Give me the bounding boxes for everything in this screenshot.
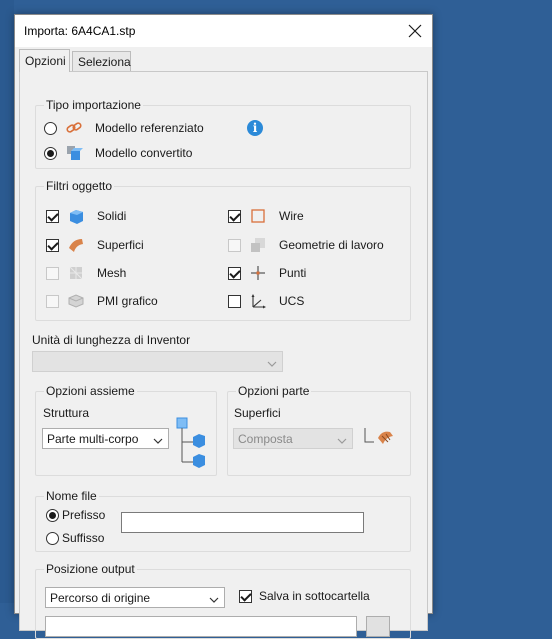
- group-title: Opzioni assieme: [44, 384, 137, 398]
- checkbox-label: Punti: [279, 266, 307, 280]
- checkbox[interactable]: [228, 238, 241, 252]
- checkbox-label: Geometrie di lavoro: [279, 238, 384, 252]
- checkbox-label: Mesh: [97, 266, 127, 280]
- group-opzioni-parte: Opzioni parte Superfici Composta: [227, 384, 411, 476]
- assembly-structure-icon: [174, 416, 208, 471]
- ucs-icon: [249, 292, 267, 310]
- radio-label: Prefisso: [62, 508, 106, 522]
- group-opzioni-assieme: Opzioni assieme Struttura Parte multi-co…: [35, 384, 217, 476]
- chevron-down-icon: [337, 434, 347, 448]
- pmi-icon: [67, 292, 85, 310]
- output-path-input[interactable]: [45, 616, 357, 637]
- superfici-label: Superfici: [234, 406, 281, 420]
- import-dialog: Importa: 6A4CA1.stp Opzioni Seleziona Ti…: [14, 14, 433, 639]
- radio-button[interactable]: [46, 531, 59, 545]
- chevron-down-icon: [209, 593, 219, 607]
- point-icon: [249, 264, 267, 282]
- close-button[interactable]: [398, 15, 432, 47]
- link-icon: [65, 119, 83, 137]
- browse-button[interactable]: [366, 616, 390, 637]
- wire-icon: [249, 207, 267, 225]
- filename-input[interactable]: [121, 512, 364, 533]
- chevron-down-icon: [153, 434, 163, 448]
- checkbox-geometrie-di-lavoro[interactable]: Geometrie di lavoro: [228, 236, 384, 254]
- radio-button[interactable]: [44, 121, 57, 135]
- tab-opzioni[interactable]: Opzioni: [19, 49, 70, 72]
- checkbox[interactable]: [46, 266, 59, 280]
- checkbox-salva-sottocartella[interactable]: Salva in sottocartella: [239, 587, 370, 605]
- group-posizione-output: Posizione output Percorso di origine Sal…: [35, 562, 411, 639]
- checkbox-label: Superfici: [97, 238, 144, 252]
- options-panel: Tipo importazione Modello referenziato M…: [19, 71, 428, 639]
- struttura-label: Struttura: [43, 406, 90, 420]
- desktop-background: [0, 0, 14, 603]
- output-path-combobox[interactable]: Percorso di origine: [45, 587, 225, 608]
- checkbox[interactable]: [228, 209, 241, 223]
- checkbox-label: Wire: [279, 209, 304, 223]
- radio-label: Modello convertito: [95, 146, 193, 160]
- radio-button[interactable]: [46, 508, 59, 522]
- group-title: Posizione output: [44, 562, 137, 576]
- solid-cube-icon: [67, 207, 85, 225]
- units-label: Unità di lunghezza di Inventor: [32, 333, 191, 347]
- checkbox-ucs[interactable]: UCS: [228, 292, 304, 310]
- group-title: Filtri oggetto: [44, 179, 115, 193]
- checkbox[interactable]: [239, 589, 252, 603]
- group-title: Tipo importazione: [44, 98, 143, 112]
- checkbox-superfici[interactable]: Superfici: [46, 236, 144, 254]
- group-title: Nome file: [44, 489, 99, 503]
- checkbox-wire[interactable]: Wire: [228, 207, 304, 225]
- dialog-title: Importa: 6A4CA1.stp: [24, 24, 136, 38]
- checkbox-mesh[interactable]: Mesh: [46, 264, 126, 282]
- tab-seleziona[interactable]: Seleziona: [72, 51, 131, 71]
- checkbox-label: Solidi: [97, 209, 127, 223]
- surface-icon: [67, 236, 85, 254]
- group-title: Opzioni parte: [236, 384, 312, 398]
- converted-model-icon: [65, 144, 83, 162]
- group-tipo-importazione: Tipo importazione Modello referenziato M…: [35, 98, 411, 169]
- combo-value: Parte multi-corpo: [47, 432, 139, 446]
- close-icon: [408, 24, 422, 38]
- radio-label: Suffisso: [62, 531, 105, 545]
- checkbox-punti[interactable]: Punti: [228, 264, 306, 282]
- superfici-combobox[interactable]: Composta: [233, 428, 353, 449]
- radio-prefisso[interactable]: Prefisso: [46, 506, 105, 524]
- mesh-icon: [67, 264, 85, 282]
- checkbox[interactable]: [46, 238, 59, 252]
- radio-modello-referenziato[interactable]: Modello referenziato: [44, 119, 204, 137]
- checkbox-solidi[interactable]: Solidi: [46, 207, 126, 225]
- combo-value: Composta: [238, 432, 293, 446]
- radio-suffisso[interactable]: Suffisso: [46, 529, 104, 547]
- checkbox-label: UCS: [279, 294, 305, 308]
- struttura-combobox[interactable]: Parte multi-corpo: [42, 428, 169, 449]
- info-icon[interactable]: i: [247, 120, 263, 136]
- composite-surface-icon: [362, 426, 396, 449]
- checkbox-pmi-grafico[interactable]: PMI grafico: [46, 292, 158, 310]
- checkbox[interactable]: [228, 294, 241, 308]
- checkbox-label: PMI grafico: [97, 294, 158, 308]
- work-geometry-icon: [249, 236, 267, 254]
- title-bar: Importa: 6A4CA1.stp: [15, 15, 432, 47]
- radio-button[interactable]: [44, 146, 57, 160]
- radio-modello-convertito[interactable]: Modello convertito: [44, 144, 192, 162]
- units-combobox[interactable]: [32, 351, 283, 372]
- group-filtri-oggetto: Filtri oggetto Solidi Superfici Mesh PMI…: [35, 179, 411, 321]
- checkbox[interactable]: [46, 209, 59, 223]
- chevron-down-icon: [267, 357, 277, 371]
- checkbox[interactable]: [228, 266, 241, 280]
- group-nome-file: Nome file Prefisso Suffisso: [35, 489, 411, 552]
- checkbox[interactable]: [46, 294, 59, 308]
- checkbox-label: Salva in sottocartella: [259, 589, 370, 603]
- radio-label: Modello referenziato: [95, 121, 204, 135]
